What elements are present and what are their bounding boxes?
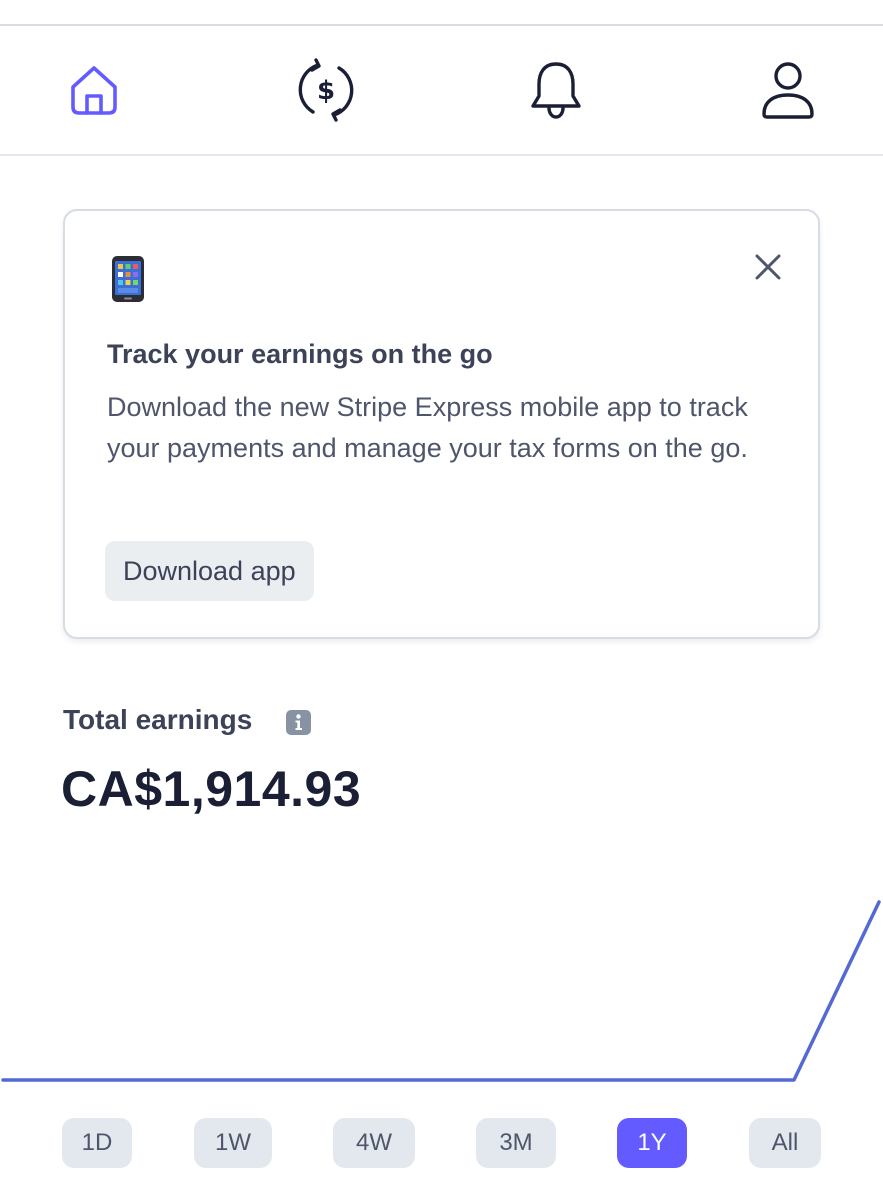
nav-notifications-button[interactable] <box>522 56 590 124</box>
nav-home-button[interactable] <box>60 56 128 124</box>
info-icon[interactable] <box>286 710 311 740</box>
earnings-line-series <box>1 900 881 1082</box>
home-icon <box>71 66 117 115</box>
nav-payments-button[interactable]: $ <box>292 56 360 124</box>
total-earnings-amount: CA$1,914.93 <box>61 761 362 817</box>
range-3m-button[interactable]: 3M <box>476 1118 556 1168</box>
currency-exchange-icon: $ <box>298 58 354 122</box>
bottom-tab-bar: $ <box>0 26 883 156</box>
download-app-button[interactable]: Download app <box>105 541 314 601</box>
bell-icon <box>531 62 581 119</box>
range-4w-button[interactable]: 4W <box>333 1118 415 1168</box>
range-1y-button[interactable]: 1Y <box>617 1118 687 1168</box>
close-promo-button[interactable] <box>748 247 788 287</box>
nav-account-button[interactable] <box>754 56 822 124</box>
svg-text:$: $ <box>317 76 335 106</box>
download-app-promo-card: Track your earnings on the go Download t… <box>63 209 820 639</box>
user-icon <box>762 62 814 119</box>
mobile-phone-icon <box>111 255 145 308</box>
promo-title: Track your earnings on the go <box>107 339 493 369</box>
close-icon <box>755 254 781 280</box>
earnings-chart <box>1 900 881 1082</box>
range-1w-button[interactable]: 1W <box>194 1118 272 1168</box>
range-all-button[interactable]: All <box>749 1118 821 1168</box>
time-range-selector: 1D 1W 4W 3M 1Y All <box>0 1118 883 1170</box>
promo-description: Download the new Stripe Express mobile a… <box>107 392 748 463</box>
total-earnings-label: Total earnings <box>63 704 253 735</box>
range-1d-button[interactable]: 1D <box>62 1118 132 1168</box>
